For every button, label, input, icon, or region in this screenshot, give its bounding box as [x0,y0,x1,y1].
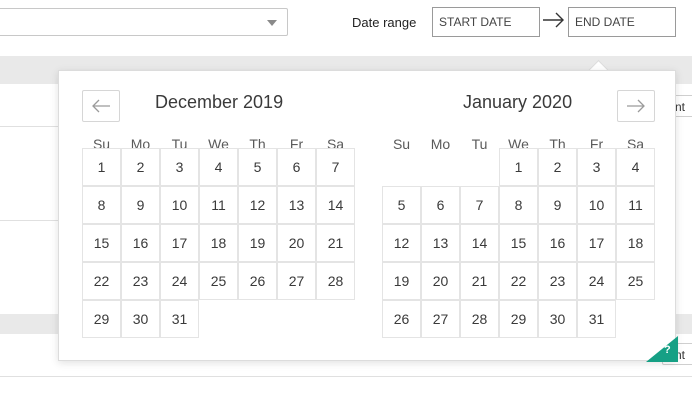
day-cell[interactable]: 26 [238,262,277,300]
date-range-label: Date range [352,15,417,30]
divider [0,376,692,377]
day-cell[interactable]: 15 [82,224,121,262]
day-cell[interactable]: 24 [160,262,199,300]
day-cell[interactable]: 12 [382,224,421,262]
day-cell[interactable]: 13 [277,186,316,224]
day-cell[interactable]: 22 [499,262,538,300]
day-cell[interactable]: 18 [616,224,655,262]
day-cell[interactable]: 15 [499,224,538,262]
day-cell[interactable]: 21 [460,262,499,300]
help-icon[interactable]: ? [664,344,671,356]
day-cell[interactable]: 7 [316,148,355,186]
day-cell[interactable]: 19 [382,262,421,300]
day-cell[interactable]: 2 [121,148,160,186]
day-cell[interactable]: 4 [616,148,655,186]
day-cell[interactable]: 1 [499,148,538,186]
day-cell[interactable]: 11 [616,186,655,224]
day-cell[interactable]: 17 [577,224,616,262]
day-cell[interactable]: 20 [421,262,460,300]
day-cell[interactable]: 7 [460,186,499,224]
day-cell[interactable]: 11 [199,186,238,224]
day-cell[interactable]: 8 [499,186,538,224]
day-cell[interactable]: 27 [277,262,316,300]
day-cell[interactable]: 25 [616,262,655,300]
day-cell[interactable]: 30 [538,300,577,338]
day-cell[interactable]: 5 [238,148,277,186]
day-cell[interactable]: 5 [382,186,421,224]
day-cell[interactable]: 3 [577,148,616,186]
day-cell[interactable]: 28 [460,300,499,338]
day-cell[interactable]: 25 [199,262,238,300]
day-cell[interactable]: 28 [316,262,355,300]
day-cell[interactable]: 8 [82,186,121,224]
day-cell[interactable]: 14 [460,224,499,262]
help-badge[interactable] [646,336,678,362]
day-cell[interactable]: 10 [577,186,616,224]
day-cell[interactable]: 1 [82,148,121,186]
day-cell[interactable]: 6 [277,148,316,186]
month-title: January 2020 [463,92,573,112]
day-cell[interactable]: 27 [421,300,460,338]
day-cell[interactable]: 6 [421,186,460,224]
day-cell[interactable]: 3 [160,148,199,186]
chevron-down-icon [267,20,277,26]
day-cell[interactable]: 31 [577,300,616,338]
arrow-right-icon [627,99,645,113]
day-cell[interactable]: 12 [238,186,277,224]
day-cell[interactable]: 30 [121,300,160,338]
day-cell[interactable]: 2 [538,148,577,186]
day-cell[interactable]: 23 [538,262,577,300]
day-cell[interactable]: 26 [382,300,421,338]
day-cell[interactable]: 18 [199,224,238,262]
day-cell[interactable]: 16 [538,224,577,262]
day-cell[interactable]: 20 [277,224,316,262]
day-cell[interactable]: 9 [538,186,577,224]
day-cell[interactable]: 9 [121,186,160,224]
day-cell[interactable]: 14 [316,186,355,224]
day-cell[interactable]: 10 [160,186,199,224]
divider [0,220,60,221]
end-date-input[interactable]: END DATE [568,7,676,37]
day-cell[interactable]: 13 [421,224,460,262]
day-cell[interactable]: 31 [160,300,199,338]
filter-select[interactable] [0,8,288,36]
month-title: December 2019 [155,92,284,112]
date-range-picker: December 2019 January 2020 Su Mo Tu We Th Fr S… [58,70,676,361]
day-cell[interactable]: 4 [199,148,238,186]
arrow-left-icon [92,99,110,113]
weekday-label: Su [392,136,411,152]
day-cell[interactable]: 21 [316,224,355,262]
start-date-input[interactable]: START DATE [432,7,540,37]
day-cell[interactable]: 17 [160,224,199,262]
day-cell[interactable]: 22 [82,262,121,300]
day-cell[interactable]: 29 [499,300,538,338]
day-cell[interactable]: 23 [121,262,160,300]
day-cell[interactable]: 19 [238,224,277,262]
day-cell[interactable]: 24 [577,262,616,300]
day-cell[interactable]: 29 [82,300,121,338]
weekday-label: Mo [430,136,451,152]
day-cell[interactable]: 16 [121,224,160,262]
arrow-right-icon [543,12,564,28]
previous-month-button[interactable] [82,90,120,122]
next-month-button[interactable] [617,90,655,122]
weekday-label: Tu [471,136,488,152]
divider [0,126,60,127]
